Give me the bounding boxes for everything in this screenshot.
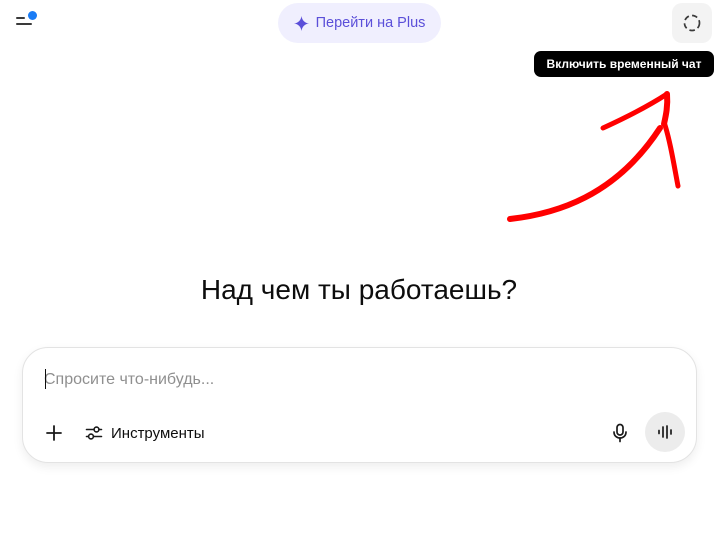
message-input[interactable]: [44, 367, 644, 393]
sidebar-toggle-button[interactable]: [12, 10, 38, 34]
tools-label: Инструменты: [111, 424, 205, 442]
temporary-chat-button[interactable]: [672, 3, 712, 43]
tools-button[interactable]: Инструменты: [79, 416, 211, 450]
voice-waveform-icon: [658, 425, 672, 439]
voice-mode-button[interactable]: [645, 412, 685, 452]
chat-page: Перейти на Plus Включить временный чат Н…: [0, 0, 718, 553]
text-caret: [45, 369, 46, 389]
sliders-icon: [85, 426, 103, 440]
microphone-icon: [613, 423, 627, 443]
page-headline: Над чем ты работаешь?: [200, 274, 518, 305]
dashed-circle-icon: [683, 14, 701, 32]
notification-dot: [28, 11, 37, 20]
message-composer: Инструменты: [22, 347, 697, 463]
plus-icon: [46, 425, 62, 441]
add-attachment-button[interactable]: [37, 416, 71, 450]
sparkle-icon: [293, 15, 309, 31]
upgrade-plus-button[interactable]: Перейти на Plus: [278, 3, 441, 43]
temporary-chat-tooltip: Включить временный чат: [534, 51, 714, 77]
menu-line-icon: [16, 23, 32, 25]
dictate-button[interactable]: [603, 416, 637, 450]
upgrade-plus-label: Перейти на Plus: [315, 15, 426, 31]
menu-line-icon: [16, 17, 25, 19]
